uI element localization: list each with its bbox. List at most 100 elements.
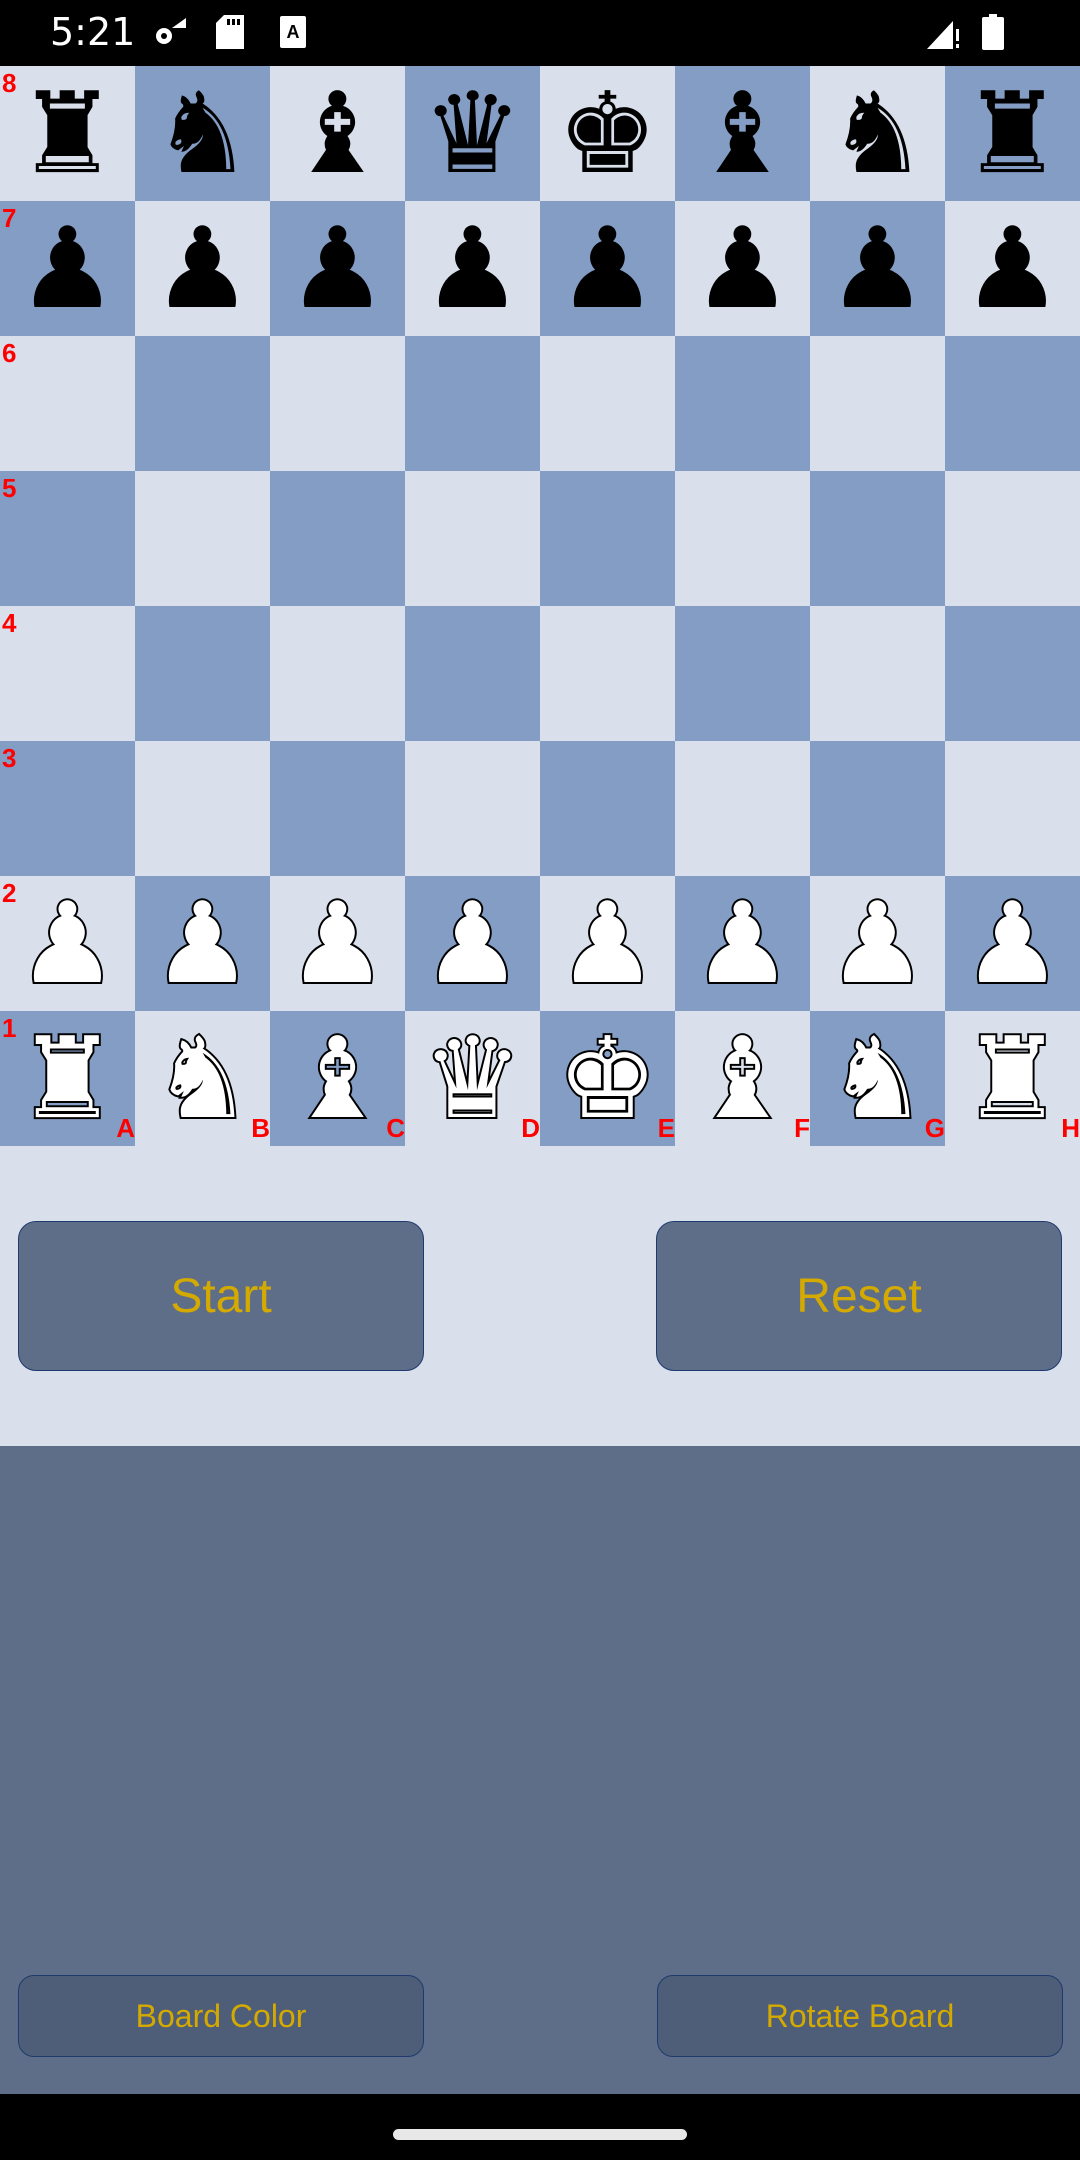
square-g5[interactable] [810, 471, 945, 606]
square-h6[interactable] [945, 336, 1080, 471]
black-pawn-icon[interactable]: ♟ [827, 213, 927, 325]
black-pawn-icon[interactable]: ♟ [557, 213, 657, 325]
square-e3[interactable] [540, 741, 675, 876]
square-h4[interactable] [945, 606, 1080, 741]
square-c2[interactable]: ♟ [270, 876, 405, 1011]
black-rook-icon[interactable]: ♜ [17, 78, 117, 190]
black-bishop-icon[interactable]: ♝ [692, 78, 792, 190]
square-f2[interactable]: ♟ [675, 876, 810, 1011]
white-pawn-icon[interactable]: ♟ [285, 886, 389, 1002]
white-pawn-icon[interactable]: ♟ [150, 886, 254, 1002]
white-rook-icon[interactable]: ♜ [960, 1021, 1064, 1137]
square-c4[interactable] [270, 606, 405, 741]
black-knight-icon[interactable]: ♞ [827, 78, 927, 190]
white-bishop-icon[interactable]: ♝ [285, 1021, 389, 1137]
black-bishop-icon[interactable]: ♝ [287, 78, 387, 190]
square-e6[interactable] [540, 336, 675, 471]
white-pawn-icon[interactable]: ♟ [555, 886, 659, 1002]
black-pawn-icon[interactable]: ♟ [287, 213, 387, 325]
black-rook-icon[interactable]: ♜ [962, 78, 1062, 190]
square-d6[interactable] [405, 336, 540, 471]
square-b2[interactable]: ♟ [135, 876, 270, 1011]
square-g4[interactable] [810, 606, 945, 741]
square-f6[interactable] [675, 336, 810, 471]
board-color-button[interactable]: Board Color [18, 1975, 424, 2057]
home-gesture-handle[interactable] [393, 2129, 687, 2140]
square-a8[interactable]: 8 ♜ [0, 66, 135, 201]
square-a5[interactable]: 5 [0, 471, 135, 606]
white-pawn-icon[interactable]: ♟ [690, 886, 794, 1002]
square-g6[interactable] [810, 336, 945, 471]
square-g2[interactable]: ♟ [810, 876, 945, 1011]
square-c8[interactable]: ♝ [270, 66, 405, 201]
square-c5[interactable] [270, 471, 405, 606]
square-b8[interactable]: ♞ [135, 66, 270, 201]
square-a7[interactable]: 7 ♟ [0, 201, 135, 336]
square-f1[interactable]: F ♝ [675, 1011, 810, 1146]
white-bishop-icon[interactable]: ♝ [690, 1021, 794, 1137]
square-b4[interactable] [135, 606, 270, 741]
square-d2[interactable]: ♟ [405, 876, 540, 1011]
chess-board[interactable]: 8 ♜ ♞ ♝ ♛ ♚ ♝ ♞ ♜ 7 ♟ ♟ ♟ ♟ ♟ ♟ ♟ ♟ 6 5 4 3 2 ♟ ♟ ♟ ♟ ♟ ♟ ♟ ♟ 1 A ♜ B ♞ C ♝ D ♛… [0, 66, 1080, 1146]
reset-button[interactable]: Reset [656, 1221, 1062, 1371]
square-d5[interactable] [405, 471, 540, 606]
square-a3[interactable]: 3 [0, 741, 135, 876]
white-king-icon[interactable]: ♚ [555, 1021, 659, 1137]
square-d4[interactable] [405, 606, 540, 741]
square-e4[interactable] [540, 606, 675, 741]
square-b3[interactable] [135, 741, 270, 876]
square-g8[interactable]: ♞ [810, 66, 945, 201]
square-e1[interactable]: E ♚ [540, 1011, 675, 1146]
white-pawn-icon[interactable]: ♟ [420, 886, 524, 1002]
square-h5[interactable] [945, 471, 1080, 606]
rotate-board-button[interactable]: Rotate Board [657, 1975, 1063, 2057]
square-h3[interactable] [945, 741, 1080, 876]
square-a4[interactable]: 4 [0, 606, 135, 741]
square-d7[interactable]: ♟ [405, 201, 540, 336]
white-pawn-icon[interactable]: ♟ [960, 886, 1064, 1002]
start-button[interactable]: Start [18, 1221, 424, 1371]
square-c1[interactable]: C ♝ [270, 1011, 405, 1146]
square-b1[interactable]: B ♞ [135, 1011, 270, 1146]
square-f8[interactable]: ♝ [675, 66, 810, 201]
square-f3[interactable] [675, 741, 810, 876]
square-c3[interactable] [270, 741, 405, 876]
square-e8[interactable]: ♚ [540, 66, 675, 201]
white-queen-icon[interactable]: ♛ [420, 1021, 524, 1137]
black-knight-icon[interactable]: ♞ [152, 78, 252, 190]
black-pawn-icon[interactable]: ♟ [422, 213, 522, 325]
square-e2[interactable]: ♟ [540, 876, 675, 1011]
square-a2[interactable]: 2 ♟ [0, 876, 135, 1011]
black-pawn-icon[interactable]: ♟ [17, 213, 117, 325]
square-e7[interactable]: ♟ [540, 201, 675, 336]
square-c6[interactable] [270, 336, 405, 471]
square-b7[interactable]: ♟ [135, 201, 270, 336]
square-h8[interactable]: ♜ [945, 66, 1080, 201]
black-pawn-icon[interactable]: ♟ [152, 213, 252, 325]
square-b6[interactable] [135, 336, 270, 471]
square-g3[interactable] [810, 741, 945, 876]
square-f4[interactable] [675, 606, 810, 741]
square-f7[interactable]: ♟ [675, 201, 810, 336]
square-c7[interactable]: ♟ [270, 201, 405, 336]
black-pawn-icon[interactable]: ♟ [962, 213, 1062, 325]
square-a1[interactable]: 1 A ♜ [0, 1011, 135, 1146]
square-b5[interactable] [135, 471, 270, 606]
black-king-icon[interactable]: ♚ [557, 78, 657, 190]
square-h7[interactable]: ♟ [945, 201, 1080, 336]
square-a6[interactable]: 6 [0, 336, 135, 471]
black-queen-icon[interactable]: ♛ [422, 78, 522, 190]
square-d1[interactable]: D ♛ [405, 1011, 540, 1146]
white-pawn-icon[interactable]: ♟ [825, 886, 929, 1002]
square-g1[interactable]: G ♞ [810, 1011, 945, 1146]
square-h2[interactable]: ♟ [945, 876, 1080, 1011]
white-knight-icon[interactable]: ♞ [150, 1021, 254, 1137]
white-knight-icon[interactable]: ♞ [825, 1021, 929, 1137]
square-d3[interactable] [405, 741, 540, 876]
square-f5[interactable] [675, 471, 810, 606]
white-pawn-icon[interactable]: ♟ [15, 886, 119, 1002]
square-e5[interactable] [540, 471, 675, 606]
square-h1[interactable]: H ♜ [945, 1011, 1080, 1146]
black-pawn-icon[interactable]: ♟ [692, 213, 792, 325]
square-g7[interactable]: ♟ [810, 201, 945, 336]
